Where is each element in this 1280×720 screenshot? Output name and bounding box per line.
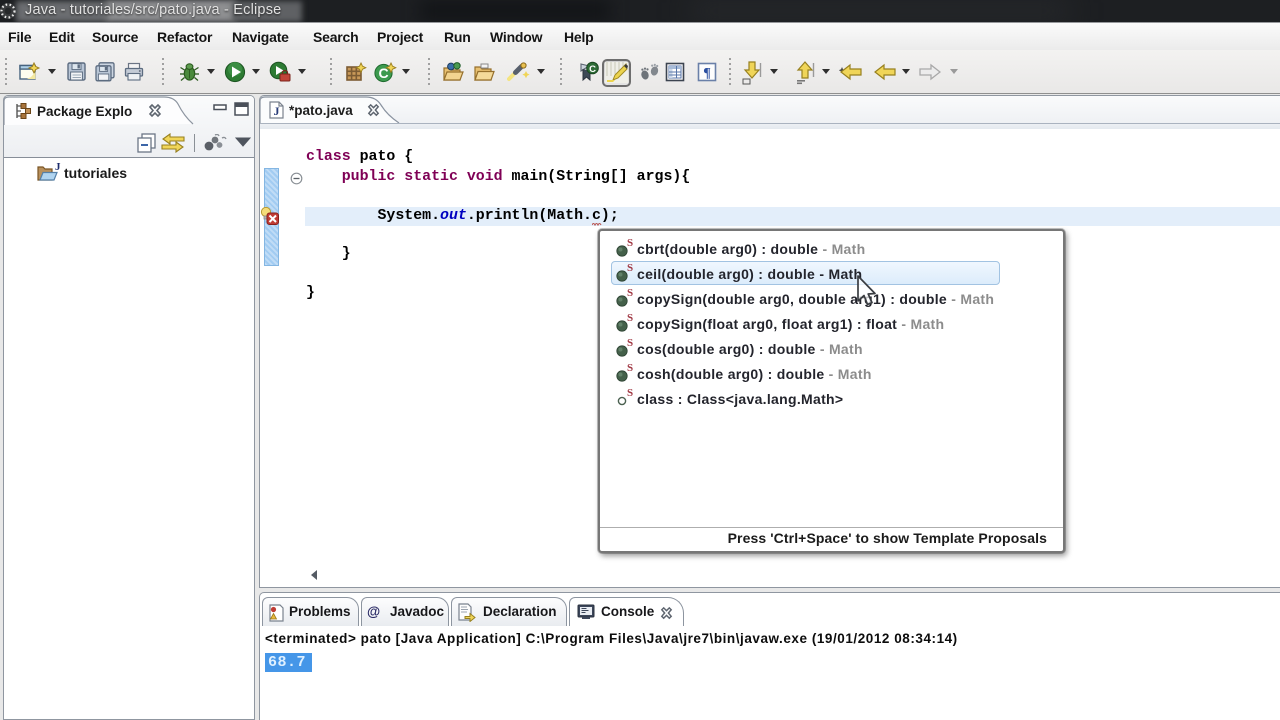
svg-text:S: S — [627, 312, 633, 324]
svg-text:J: J — [274, 104, 280, 118]
svg-text:S: S — [627, 362, 633, 374]
svg-text:S: S — [627, 237, 633, 249]
svg-text:S: S — [627, 337, 633, 349]
svg-text:C: C — [589, 64, 596, 75]
svg-text:S: S — [627, 287, 633, 299]
svg-text:S: S — [627, 262, 633, 274]
svg-text:J: J — [55, 162, 61, 173]
svg-text:¶: ¶ — [703, 66, 711, 81]
svg-text:S: S — [627, 387, 633, 399]
